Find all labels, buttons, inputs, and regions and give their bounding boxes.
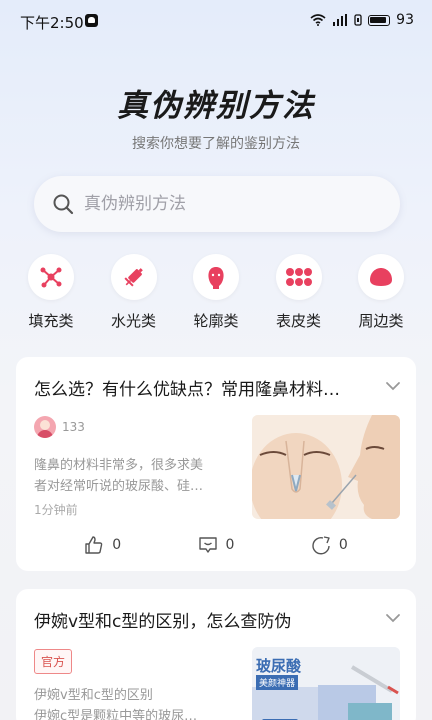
article-card[interactable]: 怎么选？有什么优缺点？常用隆鼻材料… 133 隆鼻的材料非常多，很多求美 者对经… (16, 357, 416, 571)
comment-count: 0 (225, 537, 235, 553)
category-row: 填充类 水光类 轮廓类 表皮类 周边类 (14, 254, 418, 331)
excerpt-line: 伊婉v型和c型的区别 (34, 688, 153, 703)
molecule-icon (28, 254, 74, 300)
comment-icon (198, 537, 217, 553)
article-excerpt: 隆鼻的材料非常多，很多求美 者对经常听说的玻尿酸、硅… (34, 455, 244, 497)
notification-icon (85, 14, 98, 27)
share-icon (312, 536, 330, 555)
article-thumbnail[interactable]: 玻尿酸 美颜神器 (252, 647, 400, 720)
category-label: 表皮类 (275, 312, 321, 330)
status-right: 93 (310, 12, 414, 28)
category-label: 周边类 (358, 312, 404, 330)
like-count: 0 (112, 537, 122, 553)
category-peripheral[interactable]: 周边类 (344, 254, 418, 331)
article-card[interactable]: 伊婉v型和c型的区别，怎么查防伪 官方 伊婉v型和c型的区别 伊婉c型是颗粒中等… (16, 589, 416, 720)
battery-level: 93 (396, 12, 414, 28)
official-badge: 官方 (34, 649, 73, 674)
syringe-icon (110, 254, 157, 300)
category-label: 轮廓类 (193, 312, 239, 330)
article-thumbnail[interactable] (252, 415, 400, 519)
signal-icon (332, 14, 348, 26)
category-skin[interactable]: 表皮类 (262, 254, 336, 331)
search-bar[interactable] (34, 176, 400, 232)
wifi-icon (310, 14, 326, 26)
share-button[interactable]: 0 (311, 535, 348, 555)
thumb-text: 玻尿酸 (256, 657, 302, 675)
battery-icon (368, 14, 391, 26)
avatar[interactable] (34, 416, 56, 438)
thumb-text: 美颜神器 (256, 675, 299, 690)
excerpt-line: 者对经常听说的玻尿酸、硅… (34, 479, 204, 494)
article-title: 伊婉v型和c型的区别，怎么查防伪 (34, 612, 292, 632)
category-label: 水光类 (110, 312, 156, 330)
category-contour[interactable]: 轮廓类 (179, 254, 253, 331)
status-bar: 下午2:50 93 (0, 0, 432, 44)
sim-icon (354, 14, 362, 26)
page-subtitle: 搜索你想要了解的鉴别方法 (132, 136, 300, 152)
comment-button[interactable]: 0 (198, 535, 235, 555)
article-title: 怎么选？有什么优缺点？常用隆鼻材料… (34, 380, 340, 400)
status-time: 下午2:50 (20, 14, 84, 32)
search-icon (53, 194, 74, 215)
skin-dots-icon (275, 254, 322, 300)
like-button[interactable]: 0 (84, 535, 121, 555)
article-actions: 0 0 0 (16, 535, 416, 555)
chevron-down-icon[interactable] (384, 377, 402, 395)
chevron-down-icon[interactable] (384, 609, 402, 627)
article-excerpt: 伊婉v型和c型的区别 伊婉c型是颗粒中等的玻尿… (34, 685, 244, 720)
category-filling[interactable]: 填充类 (14, 254, 88, 331)
category-label: 填充类 (28, 312, 74, 330)
face-contour-icon (193, 254, 239, 300)
share-count: 0 (338, 537, 348, 553)
thumbs-up-icon (85, 536, 103, 554)
excerpt-line: 隆鼻的材料非常多，很多求美 (34, 458, 204, 473)
author-row: 133 (34, 416, 85, 438)
search-input[interactable] (84, 194, 364, 214)
accessory-icon (358, 254, 404, 300)
author-count: 133 (62, 420, 85, 434)
category-hydra[interactable]: 水光类 (97, 254, 171, 331)
post-time: 1分钟前 (34, 503, 78, 517)
page-title: 真伪辨别方法 (117, 88, 315, 124)
excerpt-line: 伊婉c型是颗粒中等的玻尿… (34, 709, 198, 720)
